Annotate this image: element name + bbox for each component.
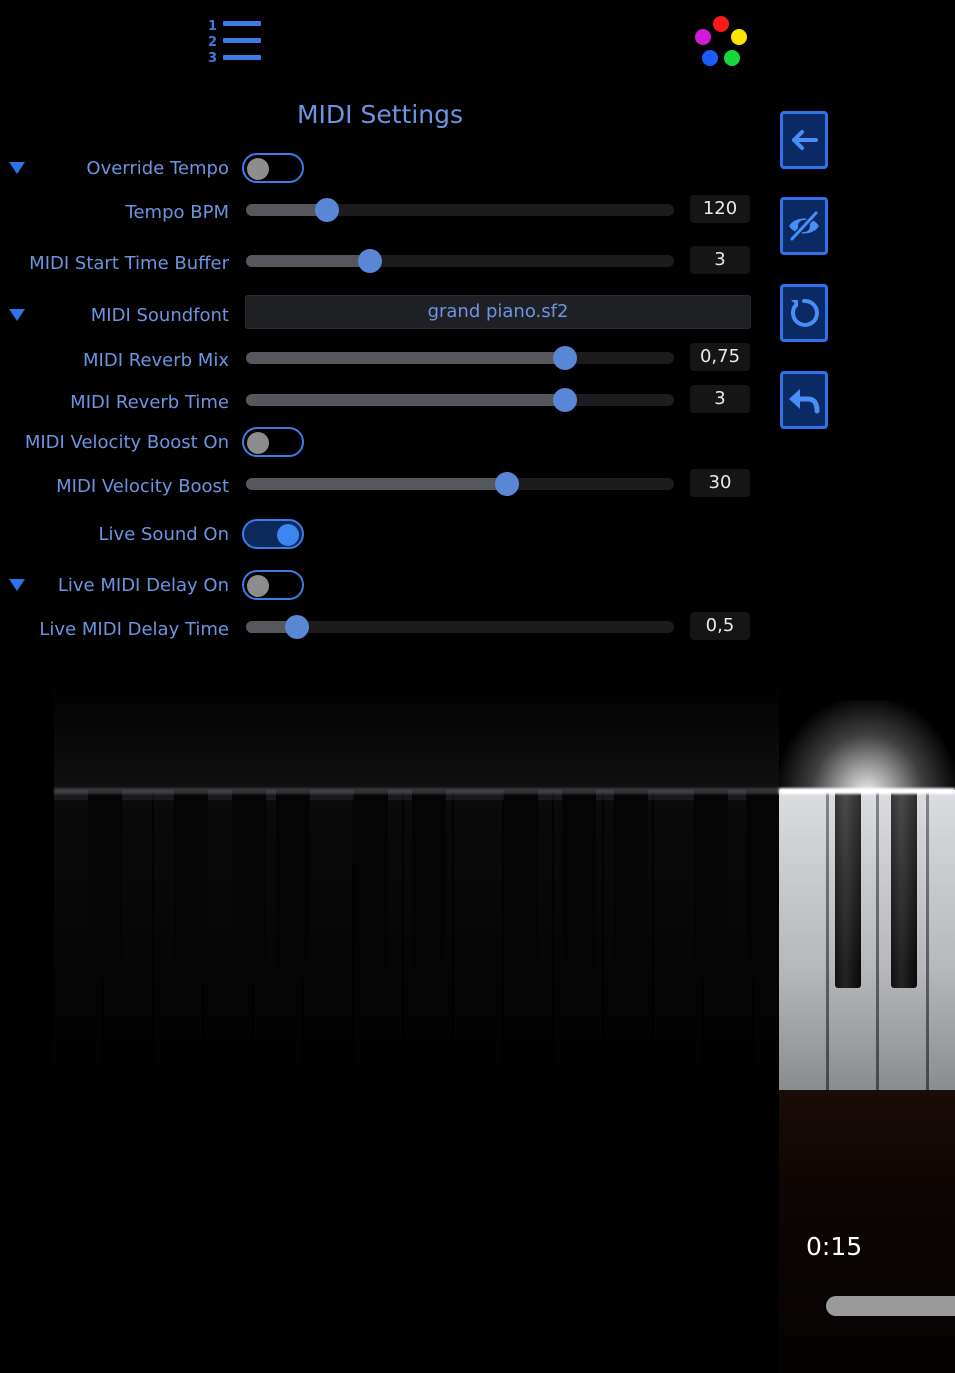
slider-fill xyxy=(246,352,565,364)
svg-text:1: 1 xyxy=(208,19,217,34)
live-midi-delay-time-value[interactable]: 0,5 xyxy=(690,612,750,640)
live-midi-delay-toggle[interactable] xyxy=(242,570,304,600)
setting-midi-start-time-buffer: MIDI Start Time Buffer 3 xyxy=(0,246,780,286)
setting-midi-velocity-boost: MIDI Velocity Boost 30 xyxy=(0,469,780,509)
color-palette-icon[interactable] xyxy=(694,16,750,68)
key-shading xyxy=(779,790,955,1090)
tempo-bpm-value[interactable]: 120 xyxy=(690,195,750,223)
toggle-knob xyxy=(277,524,299,546)
setting-label: MIDI Velocity Boost On xyxy=(24,432,229,453)
midi-soundfont-select[interactable]: grand piano.sf2 xyxy=(245,295,751,329)
key-highlight-glow xyxy=(779,700,955,795)
toggle-knob xyxy=(247,158,269,180)
setting-label: MIDI Start Time Buffer xyxy=(29,253,229,274)
black-key xyxy=(354,790,388,980)
piano-keyboard-lit xyxy=(779,790,955,1090)
setting-live-midi-delay-on: Live MIDI Delay On xyxy=(0,568,780,608)
setting-midi-reverb-mix: MIDI Reverb Mix 0,75 xyxy=(0,343,780,383)
slider-thumb[interactable] xyxy=(358,249,383,273)
setting-label: MIDI Reverb Mix xyxy=(83,350,229,371)
slider-fill xyxy=(246,255,371,267)
black-key xyxy=(504,790,538,980)
black-key xyxy=(746,790,780,980)
toggle-knob xyxy=(247,432,269,454)
midi-start-time-buffer-value[interactable]: 3 xyxy=(690,246,750,274)
hide-eye-icon xyxy=(789,210,819,242)
key-glow xyxy=(54,680,779,800)
playlist-icon[interactable]: 1 2 3 xyxy=(206,18,264,66)
override-tempo-toggle[interactable] xyxy=(242,153,304,183)
slider-thumb[interactable] xyxy=(315,198,340,222)
setting-tempo-bpm: Tempo BPM 120 xyxy=(0,195,780,235)
piano-keyboard-dimmed xyxy=(54,680,780,1090)
page-title: MIDI Settings xyxy=(296,100,464,129)
setting-midi-velocity-boost-on: MIDI Velocity Boost On xyxy=(0,425,780,465)
toggle-knob xyxy=(247,575,269,597)
slider-thumb[interactable] xyxy=(495,472,520,496)
hide-panel-button[interactable] xyxy=(780,197,828,255)
playback-time: 0:15 xyxy=(806,1232,863,1261)
setting-midi-reverb-time: MIDI Reverb Time 3 xyxy=(0,385,780,425)
undo-icon xyxy=(789,389,820,414)
back-button[interactable] xyxy=(780,111,828,169)
slider-fill xyxy=(246,394,565,406)
slider-fill xyxy=(246,478,508,490)
setting-label: Live Sound On xyxy=(98,524,229,545)
tempo-bpm-slider[interactable] xyxy=(246,198,674,222)
black-key xyxy=(562,790,596,980)
svg-text:3: 3 xyxy=(208,51,217,64)
reset-button[interactable] xyxy=(780,284,828,342)
keyboard-edge-glow xyxy=(54,788,955,794)
midi-reverb-time-value[interactable]: 3 xyxy=(690,385,750,413)
midi-reverb-mix-value[interactable]: 0,75 xyxy=(690,343,750,371)
setting-label: Live MIDI Delay On xyxy=(57,575,229,596)
black-key xyxy=(276,790,310,980)
setting-override-tempo: Override Tempo xyxy=(0,151,780,191)
setting-label: Live MIDI Delay Time xyxy=(39,619,229,640)
midi-start-time-buffer-slider[interactable] xyxy=(246,249,674,273)
black-key xyxy=(88,790,122,980)
undo-button[interactable] xyxy=(780,371,828,429)
midi-velocity-boost-toggle[interactable] xyxy=(242,427,304,457)
setting-label: MIDI Reverb Time xyxy=(70,392,229,413)
black-key xyxy=(174,790,208,980)
black-key xyxy=(232,790,266,980)
live-sound-toggle[interactable] xyxy=(242,519,304,549)
live-midi-delay-time-slider[interactable] xyxy=(246,615,674,639)
midi-velocity-boost-slider[interactable] xyxy=(246,472,674,496)
collapse-caret-icon[interactable] xyxy=(9,579,25,591)
black-key xyxy=(412,790,446,980)
midi-reverb-time-slider[interactable] xyxy=(246,388,674,412)
back-arrow-icon xyxy=(792,130,818,150)
midi-reverb-mix-slider[interactable] xyxy=(246,346,674,370)
setting-label: Override Tempo xyxy=(86,158,229,179)
collapse-caret-icon[interactable] xyxy=(9,309,25,321)
slider-thumb[interactable] xyxy=(552,346,577,370)
setting-label: MIDI Velocity Boost xyxy=(56,476,229,497)
setting-live-midi-delay-time: Live MIDI Delay Time 0,5 xyxy=(0,612,780,652)
slider-thumb[interactable] xyxy=(552,388,577,412)
collapse-caret-icon[interactable] xyxy=(9,162,25,174)
setting-midi-soundfont: MIDI Soundfont grand piano.sf2 xyxy=(0,295,780,338)
black-key xyxy=(614,790,648,980)
setting-live-sound-on: Live Sound On xyxy=(0,517,780,557)
setting-label: Tempo BPM xyxy=(125,202,229,223)
setting-label: MIDI Soundfont xyxy=(90,305,229,326)
reset-icon xyxy=(790,298,819,327)
black-key xyxy=(694,790,728,980)
svg-text:2: 2 xyxy=(208,35,217,50)
midi-velocity-boost-value[interactable]: 30 xyxy=(690,469,750,497)
playback-progress-bar[interactable] xyxy=(826,1296,955,1316)
slider-thumb[interactable] xyxy=(285,615,310,639)
